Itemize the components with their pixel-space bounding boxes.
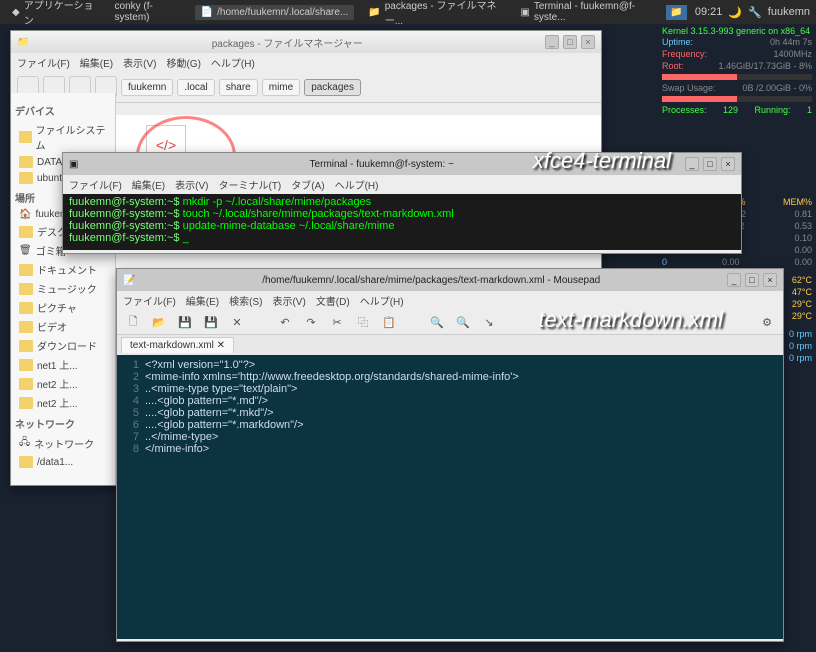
task-folder[interactable]: 📁 bbox=[666, 5, 686, 20]
terminal-content[interactable]: fuukemn@f-system:~$ mkdir -p ~/.local/sh… bbox=[63, 194, 741, 250]
breadcrumb[interactable]: share bbox=[219, 79, 258, 96]
folder-icon bbox=[19, 264, 33, 276]
folder-icon bbox=[19, 226, 33, 238]
open-icon[interactable]: 📂 bbox=[151, 314, 167, 330]
sidebar-item[interactable]: ドキュメント bbox=[15, 260, 111, 279]
breadcrumb[interactable]: mime bbox=[262, 79, 300, 96]
menu-item[interactable]: ファイル(F) bbox=[69, 177, 122, 192]
close-icon[interactable]: ✕ bbox=[229, 314, 245, 330]
menu-item[interactable]: ファイル(F) bbox=[123, 293, 176, 308]
annotation-label: xfce4-terminal bbox=[533, 148, 671, 174]
task-terminal[interactable]: ▣ Terminal - fuukemn@f-syste... bbox=[514, 0, 658, 25]
drive-icon bbox=[19, 156, 33, 168]
undo-icon[interactable]: ↶ bbox=[277, 314, 293, 330]
min-button[interactable]: _ bbox=[545, 35, 559, 49]
close-button[interactable]: × bbox=[581, 35, 595, 49]
task-home[interactable]: 📄 /home/fuukemn/.local/share... bbox=[195, 5, 355, 20]
folder-icon bbox=[19, 378, 33, 390]
sidebar-item[interactable]: net2 上... bbox=[15, 374, 111, 393]
save-icon[interactable]: 💾 bbox=[177, 314, 193, 330]
fm-menubar: ファイル(F) 編集(E) 表示(V) 移動(G) ヘルプ(H) bbox=[11, 53, 601, 72]
apps-menu[interactable]: ◆ アプリケーション bbox=[6, 0, 101, 29]
folder-icon bbox=[19, 359, 33, 371]
pad-tabs: text-markdown.xml ✕ bbox=[117, 335, 783, 355]
sidebar-item[interactable]: ビデオ bbox=[15, 317, 111, 336]
max-button[interactable]: □ bbox=[745, 273, 759, 287]
folder-icon bbox=[19, 283, 33, 295]
breadcrumb[interactable]: packages bbox=[304, 79, 361, 96]
sidebar-item[interactable]: net2 上... bbox=[15, 393, 111, 412]
clock: 09:21 bbox=[695, 6, 723, 18]
folder-icon bbox=[19, 456, 33, 468]
menu-item[interactable]: 編集(E) bbox=[132, 177, 165, 192]
close-button[interactable]: × bbox=[721, 157, 735, 171]
user-label[interactable]: fuukemn bbox=[768, 6, 810, 18]
pad-titlebar[interactable]: 📝/home/fuukemn/.local/share/mime/package… bbox=[117, 269, 783, 291]
annotation-label: text-markdown.xml bbox=[538, 307, 723, 333]
sidebar-item[interactable]: net1 上... bbox=[15, 355, 111, 374]
min-button[interactable]: _ bbox=[685, 157, 699, 171]
menu-item[interactable]: ターミナル(T) bbox=[218, 177, 281, 192]
menu-item[interactable]: タブ(A) bbox=[291, 177, 324, 192]
tray-icon[interactable]: 🌙 bbox=[728, 6, 742, 19]
task-conky[interactable]: conky (f-system) bbox=[109, 0, 187, 25]
min-button[interactable]: _ bbox=[727, 273, 741, 287]
sidebar-item[interactable]: 🖧ネットワーク bbox=[15, 433, 111, 454]
menu-item[interactable]: 検索(S) bbox=[229, 293, 262, 308]
menu-item[interactable]: 編集(E) bbox=[186, 293, 219, 308]
saveas-icon[interactable]: 💾 bbox=[203, 314, 219, 330]
settings-icon[interactable]: ⚙ bbox=[759, 314, 775, 330]
sidebar-item[interactable]: /data1... bbox=[15, 454, 111, 470]
breadcrumb[interactable]: fuukemn bbox=[121, 79, 173, 96]
sidebar-item[interactable]: ミュージック bbox=[15, 279, 111, 298]
close-button[interactable]: × bbox=[763, 273, 777, 287]
menu-item[interactable]: ファイル(F) bbox=[17, 55, 70, 70]
terminal-window: ▣Terminal - fuukemn@f-system: ~ _ □ × ファ… bbox=[62, 152, 742, 254]
menu-item[interactable]: 文書(D) bbox=[316, 293, 350, 308]
menu-item[interactable]: 表示(V) bbox=[272, 293, 305, 308]
breadcrumb[interactable]: .local bbox=[177, 79, 214, 96]
fm-titlebar[interactable]: 📁 packages - ファイルマネージャー _ □ × bbox=[11, 31, 601, 53]
editor-tab[interactable]: text-markdown.xml ✕ bbox=[121, 337, 234, 353]
drive-icon bbox=[19, 172, 33, 184]
max-button[interactable]: □ bbox=[703, 157, 717, 171]
sidebar-item[interactable]: ファイルシステム bbox=[15, 120, 111, 154]
replace-icon[interactable]: 🔍 bbox=[455, 314, 471, 330]
folder-icon bbox=[19, 397, 33, 409]
sidebar-item[interactable]: ダウンロード bbox=[15, 336, 111, 355]
drive-icon bbox=[19, 131, 32, 143]
term-menubar: ファイル(F) 編集(E) 表示(V) ターミナル(T) タブ(A) ヘルプ(H… bbox=[63, 175, 741, 194]
cut-icon[interactable]: ✂ bbox=[329, 314, 345, 330]
menu-item[interactable]: 編集(E) bbox=[80, 55, 113, 70]
search-icon[interactable]: 🔍 bbox=[429, 314, 445, 330]
folder-icon bbox=[19, 302, 33, 314]
editor-content[interactable]: 1<?xml version="1.0"?> 2<mime-info xmlns… bbox=[117, 355, 783, 639]
mousepad-window: 📝/home/fuukemn/.local/share/mime/package… bbox=[116, 268, 784, 642]
menu-item[interactable]: ヘルプ(H) bbox=[211, 55, 255, 70]
fm-title: packages - ファイルマネージャー bbox=[212, 35, 363, 50]
menu-item[interactable]: 表示(V) bbox=[175, 177, 208, 192]
menu-item[interactable]: 移動(G) bbox=[166, 55, 200, 70]
new-icon[interactable]: 🗋 bbox=[125, 314, 141, 330]
paste-icon[interactable]: 📋 bbox=[381, 314, 397, 330]
task-packages[interactable]: 📁 packages - ファイルマネー... bbox=[362, 0, 506, 29]
menu-item[interactable]: ヘルプ(H) bbox=[335, 177, 379, 192]
sidebar-item[interactable]: ピクチャ bbox=[15, 298, 111, 317]
tray-icon[interactable]: 🔧 bbox=[748, 6, 762, 19]
folder-icon bbox=[19, 340, 33, 352]
menu-item[interactable]: 表示(V) bbox=[123, 55, 156, 70]
max-button[interactable]: □ bbox=[563, 35, 577, 49]
goto-icon[interactable]: ↘ bbox=[481, 314, 497, 330]
menu-item[interactable]: ヘルプ(H) bbox=[360, 293, 404, 308]
copy-icon[interactable]: ⿻ bbox=[355, 314, 371, 330]
folder-icon bbox=[19, 321, 33, 333]
taskbar: ◆ アプリケーション conky (f-system) 📄 /home/fuuk… bbox=[0, 0, 816, 24]
redo-icon[interactable]: ↷ bbox=[303, 314, 319, 330]
